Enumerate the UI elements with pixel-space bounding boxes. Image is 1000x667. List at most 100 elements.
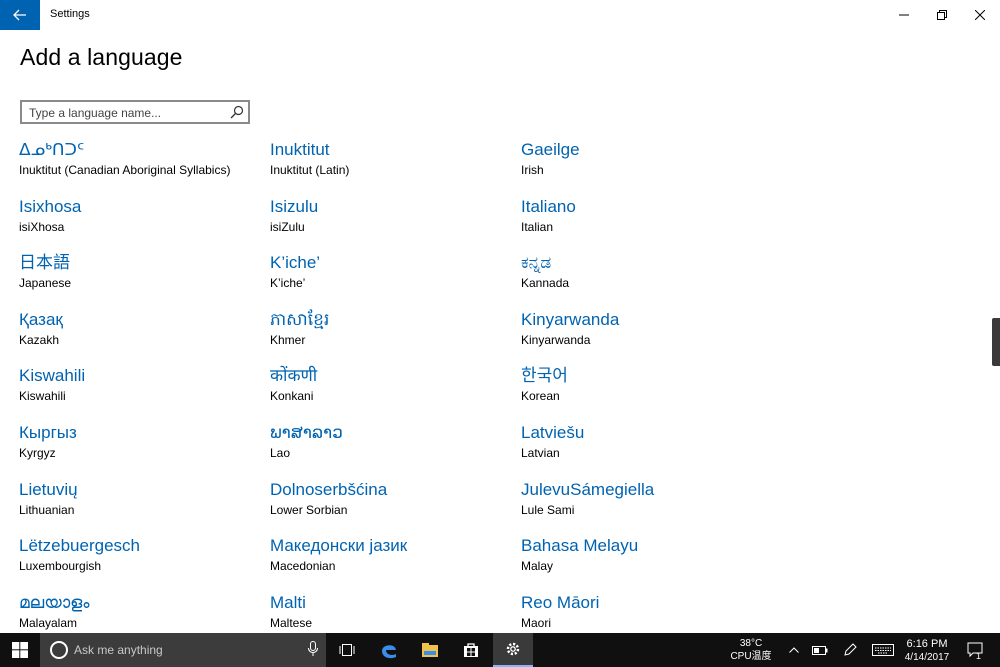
cortana-search-box[interactable]: Ask me anything — [40, 633, 326, 667]
pen-icon — [844, 643, 857, 656]
language-item[interactable]: JulevuSámegiella Lule Sami — [521, 480, 761, 530]
clock-date[interactable]: 4/14/2017 — [898, 652, 956, 664]
windows-logo-icon — [12, 642, 28, 658]
store-button[interactable] — [451, 633, 491, 667]
language-native-name: Lietuvių — [19, 479, 78, 499]
battery-icon — [812, 645, 828, 655]
language-english-name: Kinyarwanda — [521, 332, 591, 347]
start-button[interactable] — [0, 633, 40, 667]
language-english-name: Latvian — [521, 446, 560, 460]
language-item[interactable]: Inuktitut Inuktitut (Latin) — [270, 140, 510, 190]
language-item[interactable]: Isixhosa isiXhosa — [19, 197, 259, 247]
cpu-temperature-value: 38°C — [739, 638, 763, 649]
language-native-name: മലയാളം — [19, 592, 90, 612]
language-item[interactable]: K’iche’ K’iche’ — [270, 253, 510, 303]
maximize-button[interactable] — [924, 0, 960, 30]
back-button[interactable] — [0, 0, 40, 30]
clock-time[interactable]: 6:16 PM — [898, 638, 956, 650]
language-item[interactable]: 한국어 Korean — [521, 366, 761, 416]
language-item[interactable]: ᐃᓄᒃᑎᑐᑦ Inuktitut (Canadian Aboriginal Sy… — [19, 140, 259, 190]
language-native-name: कोंकणी — [270, 366, 318, 386]
language-item[interactable]: ಕನ್ನಡ Kannada — [521, 253, 761, 303]
language-native-name: Bahasa Melayu — [521, 536, 639, 556]
language-english-name: Maori — [521, 615, 552, 630]
language-english-name: Inuktitut (Latin) — [270, 163, 350, 177]
keyboard-icon — [872, 644, 894, 656]
language-native-name: Kinyarwanda — [521, 309, 620, 329]
notification-count: 1 — [976, 651, 982, 661]
language-item[interactable]: Lëtzebuergesch Luxembourgish — [19, 536, 259, 586]
gear-icon — [506, 642, 520, 656]
language-english-name: Japanese — [19, 276, 72, 291]
page-title: Add a language — [20, 44, 183, 70]
language-item[interactable]: ພາສາລາວ Lao — [270, 423, 510, 473]
restore-icon — [937, 10, 947, 20]
file-explorer-button[interactable] — [410, 633, 450, 667]
language-native-name: ಕನ್ನಡ — [521, 253, 552, 273]
taskbar: Ask me anything 38°C CPU温度 6:16 PM 4/14/… — [0, 633, 1000, 667]
language-english-name: Kyrgyz — [19, 446, 56, 460]
language-english-name: Khmer — [270, 332, 306, 347]
touch-keyboard-button[interactable] — [870, 633, 896, 667]
language-item[interactable]: Kiswahili Kiswahili — [19, 366, 259, 416]
language-english-name: Malayalam — [19, 615, 78, 630]
language-item[interactable]: Қазақ Kazakh — [19, 310, 259, 360]
language-native-name: ᐃᓄᒃᑎᑐᑦ — [19, 140, 85, 159]
language-native-name: Kiswahili — [19, 366, 86, 386]
language-native-name: Isixhosa — [19, 196, 82, 216]
language-native-name: Lëtzebuergesch — [19, 536, 140, 556]
language-native-name: Қазақ — [19, 309, 63, 329]
language-english-name: Kazakh — [19, 332, 60, 347]
scrollbar-thumb[interactable] — [992, 318, 1000, 366]
language-native-name: Inuktitut — [270, 140, 330, 159]
folder-icon — [422, 643, 438, 657]
language-english-name: Malay — [521, 559, 554, 574]
edge-icon — [382, 645, 396, 659]
show-hidden-icons-button[interactable] — [786, 633, 802, 667]
language-english-name: Irish — [521, 163, 544, 177]
language-english-name: Kannada — [521, 276, 570, 291]
language-english-name: Lower Sorbian — [270, 502, 348, 517]
close-button[interactable] — [962, 0, 998, 30]
language-native-name: JulevuSámegiella — [521, 479, 655, 499]
minimize-icon — [899, 14, 909, 16]
language-item[interactable]: Кыргыз Kyrgyz — [19, 423, 259, 473]
minimize-button[interactable] — [886, 0, 922, 30]
task-view-button[interactable] — [327, 633, 367, 667]
language-english-name: Maltese — [270, 615, 313, 630]
search-icon[interactable] — [230, 105, 244, 119]
pen-workspace-button[interactable] — [840, 633, 860, 667]
language-item[interactable]: Italiano Italian — [521, 197, 761, 247]
language-search-input[interactable] — [29, 104, 224, 122]
title-bar: Settings — [0, 0, 1000, 30]
microphone-icon[interactable] — [308, 641, 318, 657]
language-native-name: ພາສາລາວ — [270, 423, 343, 442]
language-item[interactable]: 日本語 Japanese — [19, 253, 259, 303]
cortana-search-text: Ask me anything — [74, 643, 163, 657]
language-item[interactable]: Bahasa Melayu Malay — [521, 536, 761, 586]
language-item[interactable]: कोंकणी Konkani — [270, 366, 510, 416]
language-search-box[interactable] — [20, 100, 250, 124]
language-english-name: Kiswahili — [19, 389, 66, 404]
language-native-name: Reo Māori — [521, 592, 600, 612]
language-item[interactable]: Lietuvių Lithuanian — [19, 480, 259, 530]
language-native-name: 日本語 — [19, 253, 70, 273]
edge-browser-button[interactable] — [369, 633, 409, 667]
language-item[interactable]: ភាសាខ្មែរ Khmer — [270, 310, 510, 360]
cortana-icon — [50, 641, 68, 659]
language-english-name: Luxembourgish — [19, 559, 102, 574]
battery-button[interactable] — [810, 633, 830, 667]
settings-app-button[interactable] — [493, 633, 533, 667]
language-native-name: Dolnoserbšćina — [270, 479, 388, 499]
language-english-name: isiZulu — [270, 219, 305, 234]
language-item[interactable]: Latviešu Latvian — [521, 423, 761, 473]
language-item[interactable]: Gaeilge Irish — [521, 140, 761, 190]
language-item[interactable]: Kinyarwanda Kinyarwanda — [521, 310, 761, 360]
language-native-name: Gaeilge — [521, 140, 580, 159]
cpu-temperature-label: CPU温度 — [730, 651, 772, 662]
language-item[interactable]: Isizulu isiZulu — [270, 197, 510, 247]
language-item[interactable]: Dolnoserbšćina Lower Sorbian — [270, 480, 510, 530]
language-item[interactable]: Македонски јазик Macedonian — [270, 536, 510, 586]
language-native-name: K’iche’ — [270, 253, 321, 273]
action-center-button[interactable]: 1 — [962, 633, 988, 667]
